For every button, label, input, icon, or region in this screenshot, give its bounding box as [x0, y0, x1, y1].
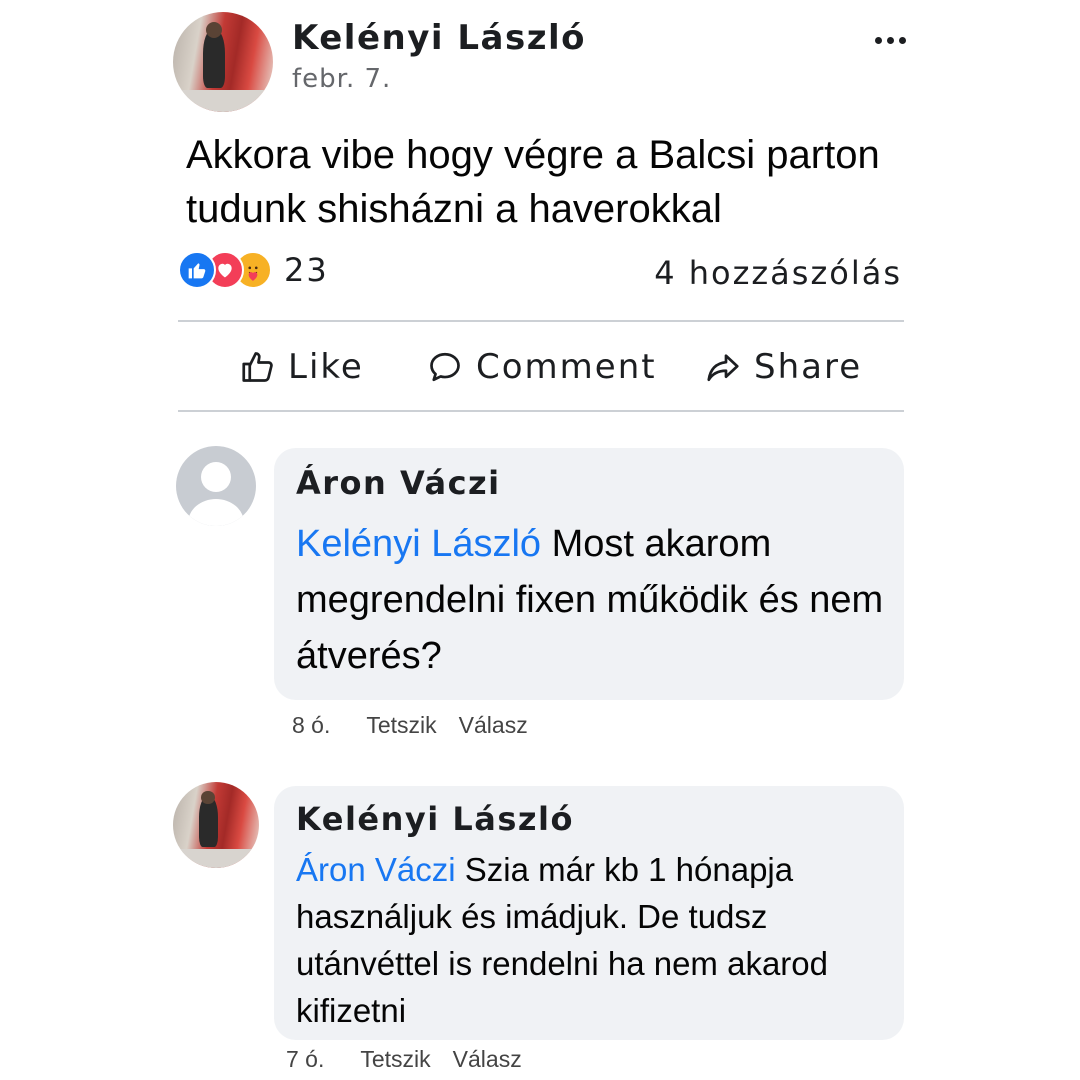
divider-top [178, 320, 904, 322]
comment-button-label: Comment [476, 347, 657, 387]
share-button[interactable]: Share [704, 342, 862, 392]
comment-mention-link[interactable]: Áron Váczi [296, 851, 456, 888]
comment-time[interactable]: 7 ó. [286, 1046, 324, 1073]
comment-like-link[interactable]: Tetszik [366, 712, 436, 739]
comment-author-name[interactable]: Kelényi László [296, 800, 884, 838]
reaction-count: 23 [284, 251, 329, 289]
comment-button[interactable]: Comment [426, 342, 657, 392]
comments-count-link[interactable]: 4 hozzászólás [654, 254, 902, 292]
post-author-name[interactable]: Kelényi László [292, 18, 586, 58]
divider-bottom [178, 410, 904, 412]
comment-meta: 7 ó. Tetszik Válasz [286, 1046, 522, 1073]
comment-mention-link[interactable]: Kelényi László [296, 523, 541, 565]
post-author-avatar[interactable] [173, 12, 273, 112]
comment-like-link[interactable]: Tetszik [360, 1046, 430, 1073]
like-reaction-icon [178, 251, 216, 289]
comment-author-avatar[interactable] [176, 446, 256, 526]
facebook-post: Kelényi László febr. 7. Akkora vibe hogy… [0, 0, 1080, 1080]
share-button-label: Share [754, 347, 863, 387]
like-button[interactable]: Like [240, 342, 364, 392]
comment-bubble: Áron Váczi Kelényi László Most akarom me… [274, 448, 904, 700]
comment-text: Kelényi László Most akarom megrendelni f… [296, 516, 884, 684]
share-arrow-icon [707, 354, 739, 382]
reactions-summary[interactable]: 23 [178, 250, 329, 290]
comment-time[interactable]: 8 ó. [292, 712, 330, 739]
thumbs-up-icon [242, 352, 273, 382]
like-button-label: Like [288, 347, 364, 387]
post-date[interactable]: febr. 7. [292, 64, 391, 94]
comment-author-avatar[interactable] [173, 782, 259, 868]
comment-reply-link[interactable]: Válasz [459, 712, 528, 739]
more-options-icon[interactable] [868, 28, 912, 52]
comment-author-name[interactable]: Áron Váczi [296, 464, 884, 502]
speech-bubble-icon [430, 352, 460, 382]
comment-bubble: Kelényi László Áron Váczi Szia már kb 1 … [274, 786, 904, 1040]
comment-text: Áron Váczi Szia már kb 1 hónapja használ… [296, 846, 884, 1034]
post-text: Akkora vibe hogy végre a Balcsi parton t… [186, 133, 880, 231]
comment-reply-link[interactable]: Válasz [453, 1046, 522, 1073]
comment-meta: 8 ó. Tetszik Válasz [292, 712, 528, 739]
